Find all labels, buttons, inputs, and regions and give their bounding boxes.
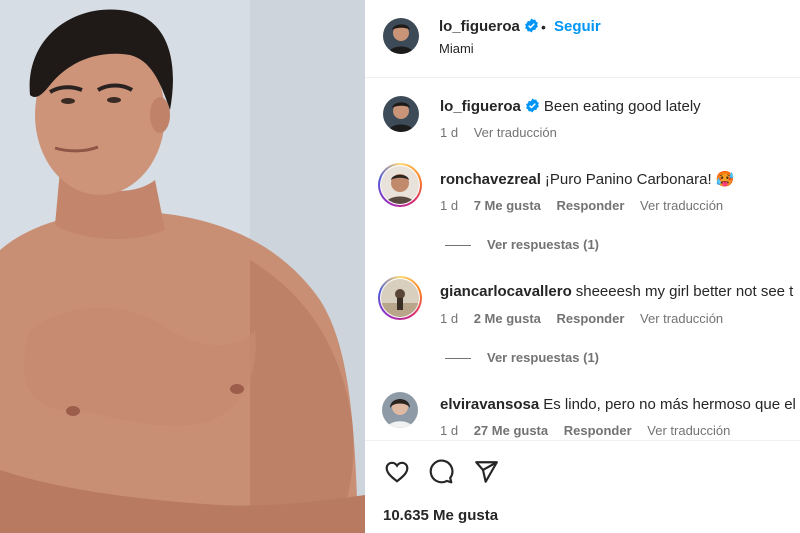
comment-text: giancarlocavallero sheeeesh my girl bette… bbox=[440, 283, 793, 300]
comment-body: ¡Puro Panino Carbonara! 🥵 bbox=[544, 171, 735, 188]
comment-meta: 1 d 2 Me gusta Responder Ver traducción bbox=[440, 311, 735, 326]
post-photo-image bbox=[0, 0, 365, 533]
comment-username[interactable]: ronchavezreal bbox=[440, 171, 541, 188]
author-avatar[interactable] bbox=[383, 18, 419, 54]
replies-divider bbox=[445, 358, 471, 360]
verified-badge-icon bbox=[524, 18, 538, 33]
post-header: lo_figueroa • Seguir Miami bbox=[365, 0, 800, 78]
comment-body: sheeeesh my girl better not see t bbox=[575, 283, 794, 300]
comment-likes[interactable]: 27 Me gusta bbox=[474, 423, 548, 438]
post-actions: 10.635 Me gusta bbox=[365, 440, 800, 533]
verified-badge-icon bbox=[525, 98, 539, 113]
post-details-panel: lo_figueroa • Seguir Miami lo_figueroa Be… bbox=[365, 0, 800, 533]
view-replies-button[interactable]: Ver respuestas (1) bbox=[445, 350, 599, 365]
reply-button[interactable]: Responder bbox=[564, 423, 632, 438]
share-icon[interactable] bbox=[473, 459, 499, 485]
view-replies-label[interactable]: Ver respuestas (1) bbox=[487, 237, 599, 252]
caption-translate-link[interactable]: Ver traducción bbox=[474, 125, 557, 140]
comment-text: elviravansosa Es lindo, pero no más hermo… bbox=[440, 396, 796, 413]
likes-count[interactable]: 10.635 Me gusta bbox=[383, 507, 498, 524]
post-photo[interactable] bbox=[0, 0, 365, 533]
comment-meta: 1 d 27 Me gusta Responder Ver traducción bbox=[440, 423, 742, 438]
comment-age[interactable]: 1 d bbox=[440, 198, 458, 213]
author-username[interactable]: lo_figueroa bbox=[439, 18, 539, 35]
translate-link[interactable]: Ver traducción bbox=[647, 423, 730, 438]
caption-text: lo_figueroa Been eating good lately bbox=[440, 98, 701, 115]
caption-age[interactable]: 1 d bbox=[440, 125, 458, 140]
translate-link[interactable]: Ver traducción bbox=[640, 198, 723, 213]
separator-dot: • bbox=[541, 19, 546, 35]
comment-body: Es lindo, pero no más hermoso que el bbox=[543, 396, 796, 413]
translate-link[interactable]: Ver traducción bbox=[640, 311, 723, 326]
caption-body: Been eating good lately bbox=[543, 98, 701, 115]
comment-likes[interactable]: 7 Me gusta bbox=[474, 198, 541, 213]
comment-age[interactable]: 1 d bbox=[440, 423, 458, 438]
comment-meta: 1 d 7 Me gusta Responder Ver traducción bbox=[440, 198, 735, 213]
commenter-avatar[interactable] bbox=[381, 166, 419, 204]
commenter-avatar[interactable] bbox=[381, 279, 419, 317]
post-location[interactable]: Miami bbox=[439, 41, 474, 56]
reply-button[interactable]: Responder bbox=[557, 311, 625, 326]
reply-button[interactable]: Responder bbox=[557, 198, 625, 213]
heart-icon[interactable] bbox=[384, 459, 410, 485]
caption-username[interactable]: lo_figueroa bbox=[440, 98, 521, 115]
comment-likes[interactable]: 2 Me gusta bbox=[474, 311, 541, 326]
replies-divider bbox=[445, 245, 471, 247]
comment-text: ronchavezreal ¡Puro Panino Carbonara! 🥵 bbox=[440, 170, 735, 188]
caption-meta: 1 d Ver traducción bbox=[440, 125, 569, 140]
view-replies-button[interactable]: Ver respuestas (1) bbox=[445, 237, 599, 252]
comment-username[interactable]: elviravansosa bbox=[440, 396, 539, 413]
comment-age[interactable]: 1 d bbox=[440, 311, 458, 326]
comment-icon[interactable] bbox=[428, 459, 454, 485]
caption-author-avatar[interactable] bbox=[383, 96, 419, 132]
author-username-text[interactable]: lo_figueroa bbox=[439, 18, 520, 35]
view-replies-label[interactable]: Ver respuestas (1) bbox=[487, 350, 599, 365]
commenter-avatar[interactable] bbox=[382, 392, 418, 428]
comment-username[interactable]: giancarlocavallero bbox=[440, 283, 572, 300]
follow-button[interactable]: Seguir bbox=[554, 18, 601, 35]
